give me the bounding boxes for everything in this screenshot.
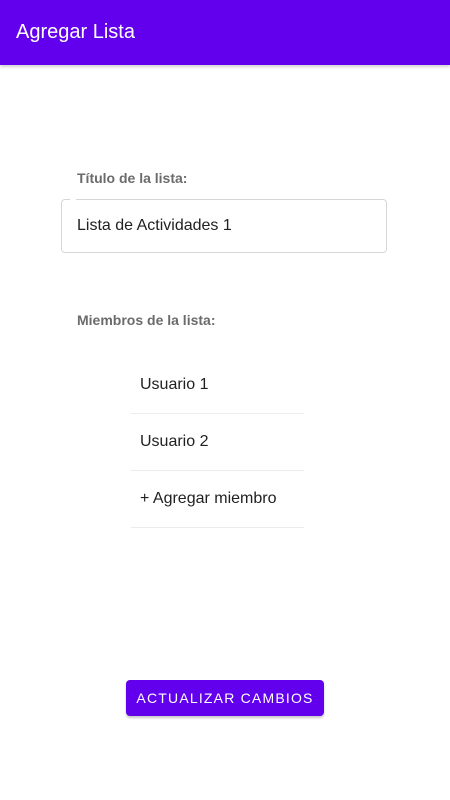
app-bar-title: Agregar Lista bbox=[16, 21, 135, 43]
update-changes-button[interactable]: ACTUALIZAR CAMBIOS bbox=[126, 680, 324, 716]
screen: Agregar Lista Título de la lista: Miembr… bbox=[0, 0, 450, 800]
add-member-item[interactable]: + Agregar miembro bbox=[131, 471, 304, 528]
member-name: Usuario 1 bbox=[140, 376, 209, 393]
list-title-input[interactable] bbox=[77, 200, 377, 252]
members-list: Usuario 1 Usuario 2 + Agregar miembro bbox=[131, 357, 304, 528]
member-item-usuario-2[interactable]: Usuario 2 bbox=[131, 414, 304, 471]
add-member-label: + Agregar miembro bbox=[140, 490, 277, 507]
members-label: Miembros de la lista: bbox=[77, 312, 216, 328]
member-item-usuario-1[interactable]: Usuario 1 bbox=[131, 357, 304, 414]
list-title-field[interactable] bbox=[61, 199, 387, 253]
field-outline-gap bbox=[70, 199, 76, 201]
member-name: Usuario 2 bbox=[140, 433, 209, 450]
list-title-label: Título de la lista: bbox=[77, 170, 188, 186]
app-bar: Agregar Lista bbox=[0, 0, 450, 65]
